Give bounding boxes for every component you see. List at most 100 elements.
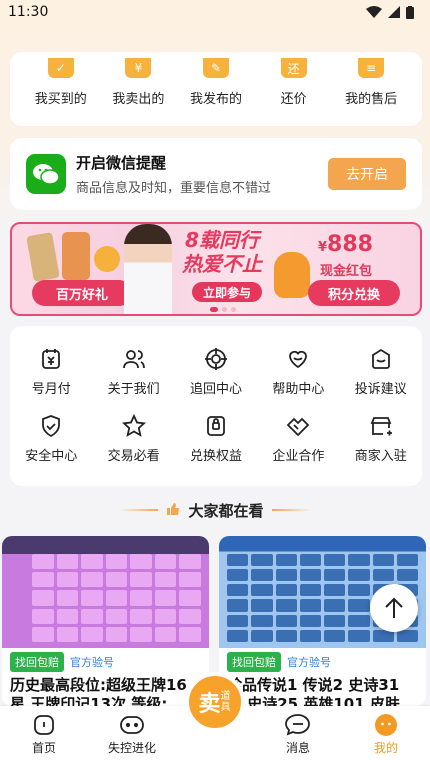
verified-tag: 官方验号	[287, 656, 331, 669]
thumbnail-tile	[32, 572, 54, 588]
product-thumbnail	[2, 536, 209, 648]
service-label: 号月付	[31, 382, 71, 397]
thumbnail-tile	[348, 569, 370, 582]
thumbnail-tile	[56, 590, 79, 606]
thumbnail-tile	[154, 554, 177, 570]
orders-card: ✓ 我买到的 ¥ 我卖出的 ✎ 我发布的 还 还价 ≡ 我的售后	[10, 52, 422, 126]
counteroffer-icon: 还	[280, 58, 307, 78]
thumbnail-tile	[299, 569, 321, 582]
thumbnail-tile	[179, 608, 201, 624]
service-monthly-pay[interactable]: 号月付	[10, 346, 92, 397]
order-label: 我买到的	[34, 92, 87, 107]
promo-banner[interactable]: 百万好礼 8载同行 热爱不止 立即参与 ¥888 现金红包 积分兑换	[10, 222, 422, 316]
nav-label: 我的	[373, 741, 398, 755]
thumbnail-tile	[32, 626, 54, 642]
star-icon	[121, 413, 147, 439]
thumbnail-tile	[130, 590, 152, 606]
thumbnail-tile	[179, 590, 201, 606]
service-security[interactable]: 安全中心	[10, 413, 92, 464]
spokesperson-image	[124, 224, 172, 314]
pencil-icon: ✎	[202, 58, 229, 78]
thumbnail-tile	[56, 572, 79, 588]
service-merchant[interactable]: 商家入驻	[340, 413, 422, 464]
thumbnail-tile	[227, 584, 249, 597]
thumbnail-tile	[299, 599, 321, 612]
thumbnail-tile	[324, 599, 346, 612]
service-complaint[interactable]: 投诉建议	[340, 346, 422, 397]
nav-label: 首页	[31, 741, 56, 755]
thumbnail-tile	[251, 614, 273, 627]
verified-tag: 官方验号	[70, 656, 114, 669]
store-plus-icon	[368, 413, 394, 439]
product-card[interactable]: 找回包赔 官方验号 历史最高段位:超级王牌16星 王牌印记13次 等级:	[2, 536, 209, 706]
lock-icon	[203, 413, 229, 439]
services-card: 号月付 关于我们 追回中心 帮助中心 投诉建议 安全中心 交易必看 兑换权益 企…	[10, 326, 422, 486]
status-bar: 11:30	[0, 0, 430, 24]
thumbnail-tile	[179, 554, 201, 570]
battery-icon	[406, 5, 414, 19]
banner-points-pill[interactable]: 积分兑换	[308, 280, 400, 306]
thumbnail-tile	[227, 614, 249, 627]
thumbnail-tile	[396, 569, 418, 582]
sell-button[interactable]: 卖 道具	[185, 672, 245, 732]
sell-label: 卖	[198, 692, 221, 717]
service-label: 帮助中心	[272, 382, 325, 397]
thumbnail-tile	[179, 626, 201, 642]
thumbnail-tile	[275, 569, 297, 582]
enable-wechat-button[interactable]: 去开启	[328, 158, 406, 190]
thumbnail-tile	[227, 569, 249, 582]
thumbnail-tile	[348, 629, 370, 642]
thumbnail-tile	[275, 614, 297, 627]
order-sold[interactable]: ¥ 我卖出的	[100, 52, 178, 107]
thumbnail-tile	[105, 572, 128, 588]
section-title: 大家都在看	[188, 501, 264, 520]
nav-home[interactable]: 首页	[9, 713, 79, 756]
banner-gift-pill[interactable]: 百万好礼	[32, 280, 132, 306]
service-label: 交易必看	[107, 449, 160, 464]
thumbnail-tile	[105, 554, 128, 570]
order-aftersale[interactable]: ≡ 我的售后	[332, 52, 410, 107]
banner-title-line1: 8载同行	[185, 228, 259, 252]
thumbnail-tile	[251, 554, 273, 567]
thumbnail-tile	[324, 614, 346, 627]
guarantee-tag: 找回包赔	[227, 652, 281, 672]
thumbnail-tile	[105, 626, 128, 642]
mascot-image	[274, 252, 310, 298]
thumbnail-tile	[179, 572, 201, 588]
service-label: 安全中心	[25, 449, 78, 464]
thumbnail-tile	[251, 629, 273, 642]
order-counteroffer[interactable]: 还 还价	[255, 52, 333, 107]
service-help[interactable]: 帮助中心	[257, 346, 339, 397]
service-business[interactable]: 企业合作	[257, 413, 339, 464]
service-label: 关于我们	[107, 382, 160, 397]
thumbnail-tile	[227, 629, 249, 642]
service-about-us[interactable]: 关于我们	[92, 346, 174, 397]
thumbnail-tile	[348, 584, 370, 597]
thumbnail-tile	[275, 554, 297, 567]
service-redeem[interactable]: 兑换权益	[175, 413, 257, 464]
service-trade-guide[interactable]: 交易必看	[92, 413, 174, 464]
order-published[interactable]: ✎ 我发布的	[177, 52, 255, 107]
service-label: 企业合作	[272, 449, 325, 464]
thumbnail-tile	[299, 629, 321, 642]
thumbnail-tile	[324, 584, 346, 597]
nav-control[interactable]: 失控进化	[97, 713, 167, 756]
thumbnail-tile	[81, 626, 103, 642]
nav-messages[interactable]: 消息	[263, 713, 333, 756]
scroll-top-button[interactable]	[370, 584, 418, 632]
product-title: 珍品传说1 传说2 史诗31 星 史诗25 英雄101 皮肤104	[227, 676, 400, 706]
nav-label: 失控进化	[107, 741, 156, 755]
wechat-reminder-card: 开启微信提醒 商品信息及时知，重要信息不错过 去开启	[10, 138, 422, 210]
thumbnail-tile	[56, 626, 79, 642]
thumbnail-tile	[299, 614, 321, 627]
order-bought[interactable]: ✓ 我买到的	[22, 52, 100, 107]
service-recovery[interactable]: 追回中心	[175, 346, 257, 397]
nav-mine[interactable]: 我的	[351, 713, 421, 756]
banner-join-pill[interactable]: 立即参与	[192, 282, 262, 302]
thumbnail-tile	[154, 572, 177, 588]
thumbnail-tile	[348, 614, 370, 627]
coin-image	[94, 246, 120, 272]
thumbnail-tile	[56, 554, 79, 570]
thumbnail-tile	[81, 608, 103, 624]
thumbnail-tile	[154, 608, 177, 624]
